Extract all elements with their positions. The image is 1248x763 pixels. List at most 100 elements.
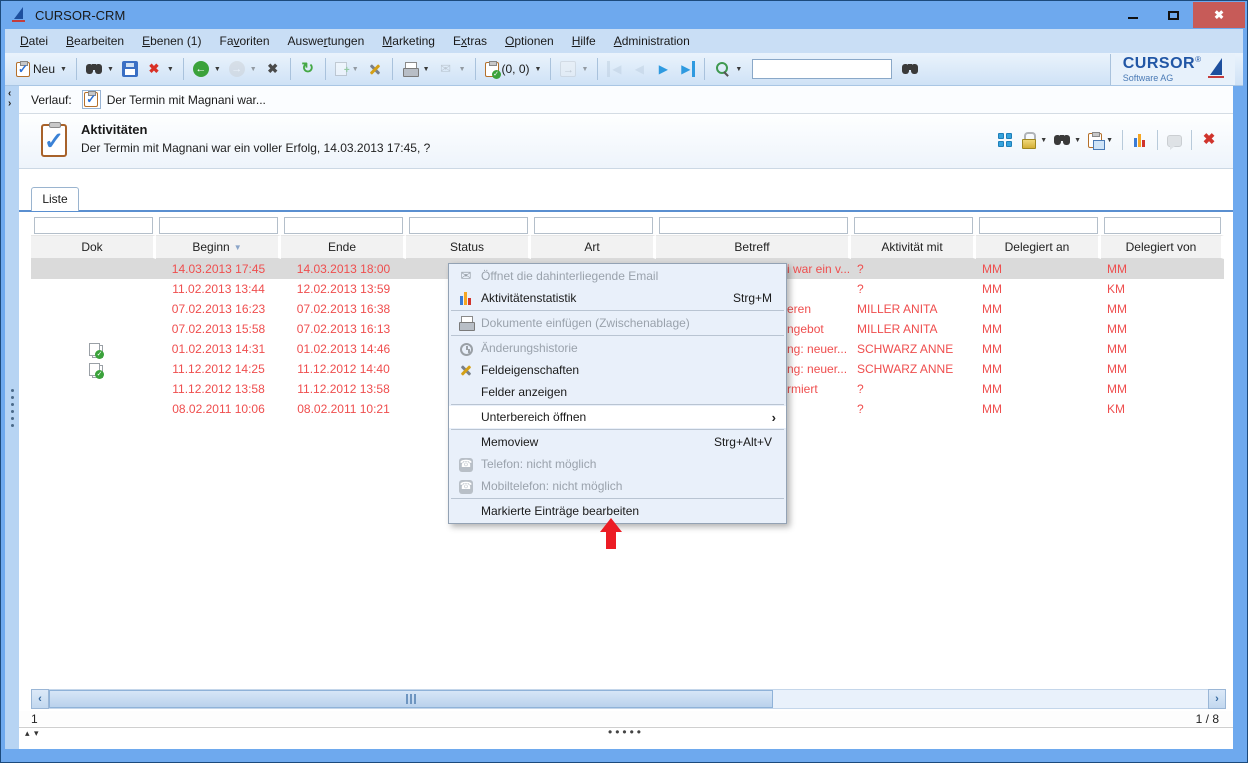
header-separator	[1191, 130, 1192, 150]
filter-aktivität-mit[interactable]	[854, 217, 973, 234]
context-menu-item-memoview[interactable]: MemoviewStrg+Alt+V	[449, 431, 786, 453]
barchart-button[interactable]	[1132, 132, 1148, 148]
close-red-button[interactable]: ✖	[1201, 132, 1217, 148]
cell-ende: 08.02.2011 10:21	[281, 399, 406, 419]
column-header-beginn[interactable]: Beginn▼	[156, 235, 281, 259]
panel-drag-grip[interactable]	[11, 389, 14, 392]
column-header-ende[interactable]: Ende	[281, 235, 406, 259]
menu-item-icon-gutter: ☎	[455, 479, 477, 494]
tab-liste[interactable]: Liste	[31, 187, 79, 211]
close-button[interactable]: ✖	[1193, 2, 1245, 28]
menubar-item-extras[interactable]: Extras	[444, 29, 496, 53]
grid-icon	[997, 132, 1013, 148]
refresh-button[interactable]: ↻	[297, 57, 319, 81]
filter-dok[interactable]	[34, 217, 153, 234]
info-button[interactable]	[1167, 134, 1182, 146]
context-menu-item-mobiltelefon-nicht-möglich[interactable]: ☎Mobiltelefon: nicht möglich	[449, 475, 786, 497]
left-panel-strip	[5, 86, 19, 749]
filter-status[interactable]	[409, 217, 528, 234]
nav-prev-button[interactable]: ◀	[628, 57, 650, 81]
page-subtitle: Der Termin mit Magnani war ein voller Er…	[81, 141, 430, 155]
clipboard-count-button[interactable]: (0, 0)▼	[482, 57, 545, 81]
back-circle-button[interactable]: ←▼	[190, 57, 224, 81]
nav-last-icon: ▶	[679, 61, 695, 77]
betreff-fragment: ng: neuer...	[787, 342, 847, 356]
binoculars-button[interactable]: ▼	[83, 57, 117, 81]
search-input[interactable]	[752, 59, 892, 79]
printer-button[interactable]: ▼	[399, 57, 433, 81]
scroll-right-arrow[interactable]: ›	[1208, 689, 1226, 709]
person-search-button[interactable]: ▼	[711, 57, 745, 81]
column-header-aktivität-mit[interactable]: Aktivität mit	[851, 235, 976, 259]
delete-x-button[interactable]: ✖▼	[143, 57, 177, 81]
grid-button[interactable]	[997, 132, 1013, 148]
column-header-dok[interactable]: Dok	[31, 235, 156, 259]
column-header-delegiert-an[interactable]: Delegiert an	[976, 235, 1101, 259]
column-header-status[interactable]: Status	[406, 235, 531, 259]
menubar-item-optionen[interactable]: Optionen	[496, 29, 563, 53]
context-menu-item-feldeigenschaften[interactable]: Feldeigenschaften	[449, 359, 786, 381]
filter-beginn[interactable]	[159, 217, 278, 234]
nav-first-button[interactable]: ◀	[604, 57, 626, 81]
clipboard-export-button[interactable]: ▼	[1088, 133, 1113, 148]
binoculars-button[interactable]	[899, 57, 921, 81]
filter-row	[31, 213, 1224, 236]
history-entry[interactable]: Der Termin mit Magnani war...	[82, 90, 266, 109]
tools-button[interactable]	[364, 57, 386, 81]
activities-clipboard-icon	[41, 124, 67, 157]
cell-dok	[31, 399, 156, 419]
clipboard-new-icon	[16, 62, 30, 77]
send-button[interactable]: →▼	[557, 57, 591, 81]
menubar-item-administration[interactable]: Administration	[605, 29, 699, 53]
cell-aktivität-mit: ?	[851, 399, 976, 419]
binoculars-button[interactable]: ▼	[1054, 132, 1081, 148]
menubar-item-favoriten[interactable]: Favoriten	[210, 29, 278, 53]
scrollbar-track[interactable]	[49, 689, 1208, 709]
menu-item-label: Markierte Einträge bearbeiten	[481, 504, 786, 518]
context-menu-item-telefon-nicht-möglich[interactable]: ☎Telefon: nicht möglich	[449, 453, 786, 475]
minimize-button[interactable]	[1113, 2, 1153, 28]
context-menu-item-felder-anzeigen[interactable]: Felder anzeigen	[449, 381, 786, 403]
context-menu-item-aktivitätenstatistik[interactable]: AktivitätenstatistikStrg+M	[449, 287, 786, 309]
email-button[interactable]: ✉▼	[435, 57, 469, 81]
cancel-x-button[interactable]: ✖	[262, 57, 284, 81]
splitter-arrows-icon[interactable]	[25, 728, 40, 739]
filter-delegiert-an[interactable]	[979, 217, 1098, 234]
filter-betreff[interactable]	[659, 217, 848, 234]
scroll-left-arrow[interactable]: ‹	[31, 689, 49, 709]
nav-last-button[interactable]: ▶	[676, 57, 698, 81]
menubar-item-auswertungen[interactable]: Auswertungen	[279, 29, 374, 53]
filter-art[interactable]	[534, 217, 653, 234]
context-menu-item-unterbereich-öffnen[interactable]: Unterbereich öffnen›	[449, 406, 786, 428]
menu-item-icon-gutter	[455, 315, 477, 331]
column-header-art[interactable]: Art	[531, 235, 656, 259]
context-menu-item-änderungshistorie[interactable]: Änderungshistorie	[449, 337, 786, 359]
doc-add-icon	[335, 62, 347, 76]
maximize-button[interactable]	[1153, 2, 1193, 28]
lock-button[interactable]: ▼	[1020, 132, 1047, 148]
nav-next-button[interactable]: ▶	[652, 57, 674, 81]
context-menu-item-öffnet-die-dahinterliegende-email[interactable]: ✉Öffnet die dahinterliegende Email	[449, 265, 786, 287]
clipboard-new-button[interactable]: Neu▼	[13, 57, 70, 81]
send-icon: →	[560, 61, 576, 77]
scrollbar-thumb[interactable]	[49, 690, 773, 708]
context-menu-item-dokumente-einfügen-zwischenablage[interactable]: Dokumente einfügen (Zwischenablage)	[449, 312, 786, 334]
cell-delegiert-von: MM	[1101, 299, 1224, 319]
menubar-item-hilfe[interactable]: Hilfe	[563, 29, 605, 53]
cell-dok	[31, 359, 156, 379]
menubar-item-datei[interactable]: Datei	[11, 29, 57, 53]
save-button[interactable]	[119, 57, 141, 81]
column-header-delegiert-von[interactable]: Delegiert von	[1101, 235, 1224, 259]
filter-delegiert-von[interactable]	[1104, 217, 1221, 234]
menubar-item-ebenen-1[interactable]: Ebenen (1)	[133, 29, 210, 53]
menubar-item-bearbeiten[interactable]: Bearbeiten	[57, 29, 133, 53]
splitter-grip-icon[interactable]	[608, 725, 644, 739]
toolbar-items: Neu▼▼✖▼←▼→▼✖↻▼▼✉▼(0, 0)▼→▼◀◀▶▶▼	[13, 57, 921, 81]
menubar-item-marketing[interactable]: Marketing	[373, 29, 444, 53]
bottom-splitter[interactable]	[19, 727, 1233, 741]
column-header-betreff[interactable]: Betreff	[656, 235, 851, 259]
panel-collapse-toggle[interactable]	[8, 89, 17, 111]
doc-add-button[interactable]: ▼	[332, 57, 362, 81]
filter-ende[interactable]	[284, 217, 403, 234]
forward-circle-button[interactable]: →▼	[226, 57, 260, 81]
